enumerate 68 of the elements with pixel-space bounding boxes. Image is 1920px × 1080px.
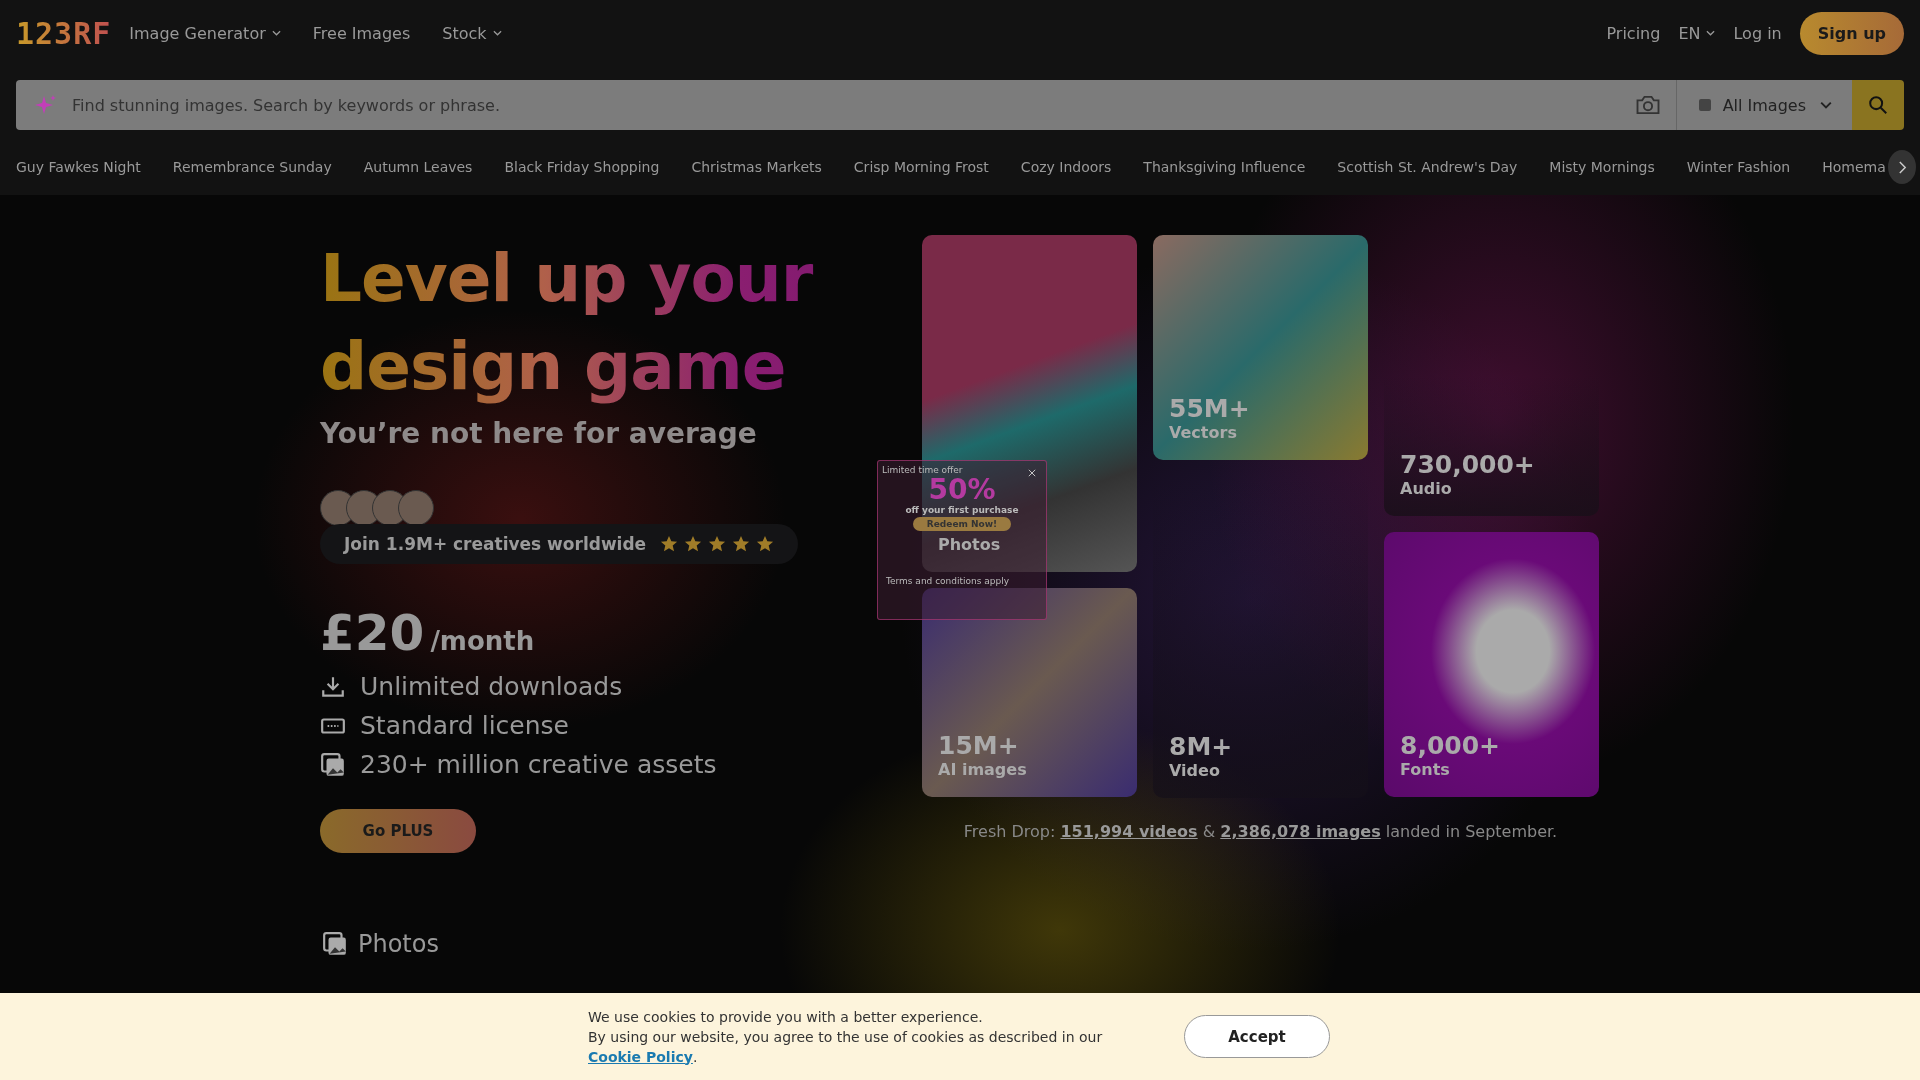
trending-tag[interactable]: Scottish St. Andrew's Day	[1337, 159, 1518, 175]
images-icon	[320, 751, 346, 778]
avatar	[398, 490, 434, 526]
chevron-down-icon	[492, 30, 502, 36]
search-field[interactable]: Find stunning images. Search by keywords or phrase.	[16, 80, 1677, 130]
cookie-policy-link[interactable]: Cookie Policy	[588, 1048, 693, 1065]
dropdown-label: All Images	[1722, 95, 1806, 115]
tile-label: Vectors	[1169, 423, 1238, 442]
feature-text: 230+ million creative assets	[360, 750, 717, 779]
image-type-dropdown[interactable]: All Images	[1676, 80, 1852, 130]
cookie-notice: We use cookies to provide you with a better experience. By using our website, you agree to the use of cookies as described in our Cookie Policy.	[588, 1007, 1104, 1067]
trending-tag[interactable]: Black Friday Shopping	[504, 159, 660, 175]
tile-label: Audio	[1400, 479, 1453, 498]
chevron-down-icon	[1820, 101, 1832, 109]
language-selector[interactable]: EN	[1678, 23, 1716, 43]
trending-tag[interactable]: Misty Mornings	[1549, 159, 1655, 175]
search-button[interactable]	[1852, 80, 1904, 130]
pricing-link[interactable]: Pricing	[1606, 23, 1661, 43]
nav-link[interactable]: Stock	[442, 23, 502, 43]
trending-tag[interactable]: Winter Fashion	[1686, 159, 1791, 175]
star-icon	[660, 535, 679, 553]
feature-text: Unlimited downloads	[360, 672, 623, 701]
trending-tag[interactable]: Crisp Morning Frost	[853, 159, 989, 175]
nav-link[interactable]: Image Generator	[129, 23, 281, 43]
trending-tag[interactable]: Guy Fawkes Night	[16, 159, 141, 175]
close-icon[interactable]	[1028, 469, 1036, 477]
star-icon	[756, 535, 775, 553]
star-icon	[708, 535, 727, 553]
tile-count: 8M+	[1169, 732, 1233, 761]
fresh-drop-text: Fresh Drop: 151,994 videos & 2,386,078 images landed in September.	[963, 822, 1558, 841]
tile-count: 8,000+	[1400, 731, 1501, 760]
signup-button[interactable]: Sign up	[1799, 11, 1904, 55]
accept-button[interactable]: Accept	[1184, 1015, 1330, 1058]
discount-headline: 50%	[928, 475, 996, 505]
hero-subtitle: You’re not here for average	[320, 417, 757, 450]
tile-label: Video	[1169, 761, 1221, 780]
price-period: /month	[430, 626, 535, 656]
images-icon	[322, 931, 348, 957]
terms-title: Terms and conditions apply	[885, 576, 1010, 587]
chevron-down-icon	[1706, 30, 1716, 36]
tile-count: 15M+	[938, 731, 1020, 760]
tile-count: 55M+	[1169, 394, 1250, 423]
search-icon	[1867, 94, 1889, 116]
tile-label: AI images	[938, 760, 1027, 779]
star-icon	[684, 535, 703, 553]
chevron-right-icon	[1897, 160, 1907, 174]
images-link[interactable]: 2,386,078 images	[1220, 822, 1381, 841]
search-input[interactable]: Find stunning images. Search by keywords or phrase.	[70, 94, 1622, 116]
trending-tag[interactable]: Cozy Indoors	[1020, 159, 1112, 175]
trending-tag[interactable]: Thanksgiving Influence	[1143, 159, 1306, 175]
social-proof-text: Join 1.9M+ creatives worldwide	[344, 534, 647, 554]
trending-tag[interactable]: Autumn Leaves	[363, 159, 473, 175]
scroll-right-button[interactable]	[1888, 150, 1916, 184]
category-tile[interactable]: 8,000+ Fonts	[1384, 532, 1599, 797]
tile-count: 730,000+	[1400, 450, 1535, 479]
trending-tag[interactable]: Christmas Markets	[691, 159, 822, 175]
section-title: Photos	[358, 930, 439, 958]
chevron-down-icon	[271, 30, 281, 36]
tile-label: Photos	[938, 535, 1001, 554]
trending-tag[interactable]: Homema	[1822, 159, 1886, 175]
star-icon	[732, 535, 751, 553]
tile-label: Fonts	[1400, 760, 1451, 779]
nav-link[interactable]: Free Images	[312, 23, 411, 43]
trending-tag[interactable]: Remembrance Sunday	[172, 159, 332, 175]
videos-link[interactable]: 151,994 videos	[1060, 822, 1198, 841]
feature-text: Standard license	[360, 711, 569, 740]
login-link[interactable]: Log in	[1733, 23, 1782, 43]
price: £20	[320, 604, 425, 662]
